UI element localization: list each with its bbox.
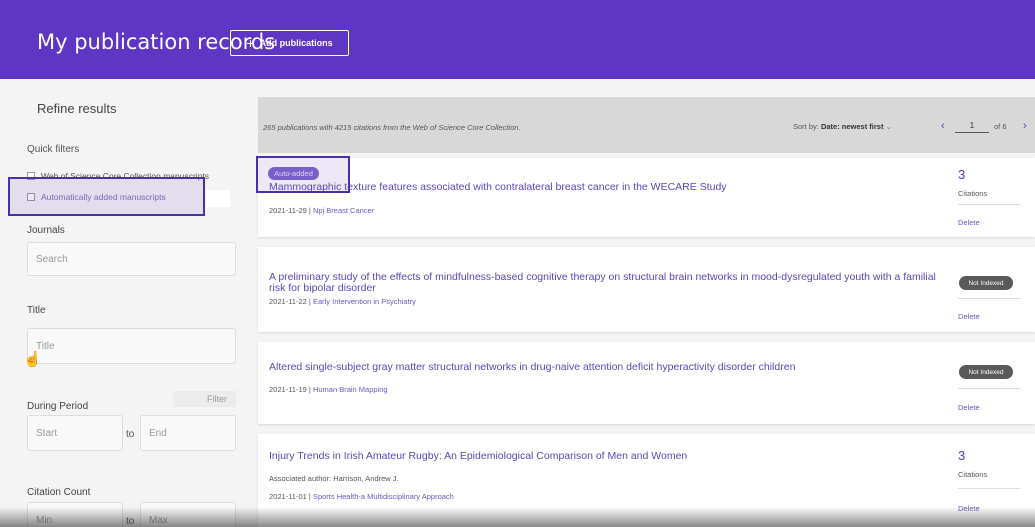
publication-title-link[interactable]: Altered single-subject gray matter struc… [269, 362, 795, 373]
title-input[interactable]: Title [27, 328, 236, 364]
sort-label: Sort by: [793, 122, 819, 131]
publication-card: Altered single-subject gray matter struc… [258, 342, 1035, 424]
delete-button[interactable]: Delete [958, 218, 980, 227]
publication-date: 2021-11-29 [269, 206, 307, 215]
journal-link[interactable]: Early Intervention in Psychiatry [313, 297, 416, 306]
publication-card: A preliminary study of the effects of mi… [258, 247, 1035, 332]
plus-icon: + [246, 35, 255, 51]
title-label: Title [27, 305, 46, 316]
publication-meta: 2021-11-22 | Early Intervention in Psych… [269, 297, 416, 306]
delete-button[interactable]: Delete [958, 403, 980, 412]
associated-author: Associated author: Harrison, Andrew J. [269, 474, 399, 483]
not-indexed-badge: Not Indexed [959, 365, 1013, 379]
quick-filters-label: Quick filters [27, 144, 80, 155]
results-toolbar: 265 publications with 4215 citations fro… [258, 97, 1035, 153]
citation-count-label: Citation Count [27, 487, 91, 498]
page-header: My publication records + Add publication… [0, 0, 1035, 79]
highlight-auto-added-badge [256, 156, 350, 193]
sort-dropdown[interactable]: Sort by: Date: newest first ⌄ [793, 122, 892, 131]
publication-meta: 2021-11-19 | Human Brain Mapping [269, 385, 388, 394]
not-indexed-badge: Not Indexed [959, 276, 1013, 290]
publication-meta: 2021-11-01 | Sports Health-a Multidiscip… [269, 492, 454, 501]
filter-button[interactable]: Filter [173, 391, 236, 407]
prev-page-icon[interactable]: ‹ [941, 120, 945, 132]
divider [958, 488, 1020, 489]
divider [958, 388, 1020, 389]
publication-date: 2021-11-19 [269, 385, 307, 394]
citations-label: Citations [958, 470, 988, 479]
journals-label: Journals [27, 225, 65, 236]
period-end-input[interactable]: End [140, 415, 236, 451]
results-panel: 265 publications with 4215 citations fro… [256, 97, 1035, 527]
delete-button[interactable]: Delete [958, 312, 980, 321]
citations-label: Citations [958, 189, 988, 198]
during-period-label: During Period [27, 401, 89, 412]
refine-results-heading: Refine results [37, 101, 117, 116]
divider [958, 298, 1020, 299]
publication-title-link[interactable]: A preliminary study of the effects of mi… [269, 272, 954, 294]
journal-link[interactable]: Sports Health-a Multidisciplinary Approa… [313, 492, 454, 501]
bottom-shadow [0, 507, 1035, 527]
publication-meta: 2021-11-29 | Npj Breast Cancer [269, 206, 374, 215]
hand-cursor-icon: ☝ [23, 351, 42, 368]
next-page-icon[interactable]: › [1023, 120, 1027, 132]
citation-count[interactable]: 3 [958, 448, 965, 463]
divider [958, 204, 1020, 205]
period-start-input[interactable]: Start [27, 415, 123, 451]
refine-sidebar: Refine results Quick filters Web of Scie… [0, 79, 246, 527]
sort-value: Date: newest first [820, 122, 884, 131]
publication-card: Auto-added Mammographic texture features… [258, 158, 1035, 237]
citation-count[interactable]: 3 [958, 167, 965, 182]
journal-link[interactable]: Npj Breast Cancer [313, 206, 374, 215]
page-total: of 6 [994, 122, 1007, 131]
add-publications-button[interactable]: + Add publications [230, 30, 349, 56]
journals-search-input[interactable]: Search [27, 242, 236, 276]
add-publications-label: Add publications [259, 38, 333, 48]
page-number-input[interactable]: 1 [955, 118, 989, 133]
publication-title-link[interactable]: Injury Trends in Irish Amateur Rugby: An… [269, 451, 687, 462]
highlight-auto-added-filter [8, 177, 205, 216]
publication-date: 2021-11-01 [269, 492, 307, 501]
filter-count-slot [206, 190, 230, 207]
period-to-label: to [126, 429, 135, 440]
chevron-down-icon: ⌄ [885, 122, 892, 131]
journal-link[interactable]: Human Brain Mapping [313, 385, 388, 394]
results-summary: 265 publications with 4215 citations fro… [263, 123, 521, 132]
publication-date: 2021-11-22 [269, 297, 307, 306]
